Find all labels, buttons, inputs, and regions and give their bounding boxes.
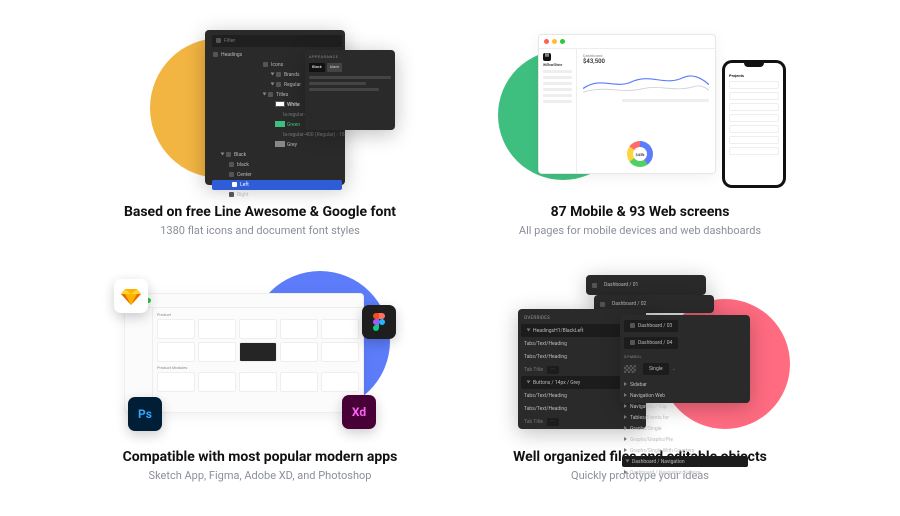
photoshop-app-icon: Ps [128,397,162,431]
feature-subtitle: 1380 flat icons and document font styles [160,224,360,237]
feature-title: Based on free Line Awesome & Google font [124,204,396,220]
feature-card-3: Product Product Modules P [90,275,430,496]
sparkline-chart [583,68,709,96]
sketch-app-icon [114,279,148,313]
feature-title: 87 Mobile & 93 Web screens [551,204,730,220]
design-app-window: Product Product Modules [124,293,364,413]
feature-card-2: W WillowShine Dashboard $43,500 [470,30,810,251]
illustration-apps: Product Product Modules P [110,275,410,435]
illustration-organized: Dashboard / 01 Dashboard / 02 Overrides … [490,275,790,435]
figma-app-icon [362,305,396,339]
window-traffic-lights [539,35,715,49]
browser-main: Dashboard $43,500 $45k [577,49,715,173]
dark-symbol-panel: Dashboard / 03 Dashboard / 04 SYMBOL Sin… [620,315,750,403]
donut-chart: $45k [627,141,653,167]
feature-card-1: Filter Headings Icons Brands Regular Tit… [90,30,430,251]
feature-subtitle: All pages for mobile devices and web das… [519,224,761,237]
phone-mockup: Projects [722,60,786,188]
feature-card-4: Dashboard / 01 Dashboard / 02 Overrides … [470,275,810,496]
illustration-icons-fonts: Filter Headings Icons Brands Regular Tit… [110,30,410,190]
browser-mockup: W WillowShine Dashboard $43,500 [538,34,716,174]
feature-subtitle: Sketch App, Figma, Adobe XD, and Photosh… [149,469,372,482]
adobe-xd-app-icon: Xd [342,395,376,429]
dark-appearance-panel: APPEARANCE Black black [305,50,395,130]
illustration-screens: W WillowShine Dashboard $43,500 [490,30,790,190]
feature-title: Compatible with most popular modern apps [123,449,398,465]
dark-tab-row-1: Dashboard / 01 [586,275,706,295]
browser-sidebar: W WillowShine [539,49,577,173]
